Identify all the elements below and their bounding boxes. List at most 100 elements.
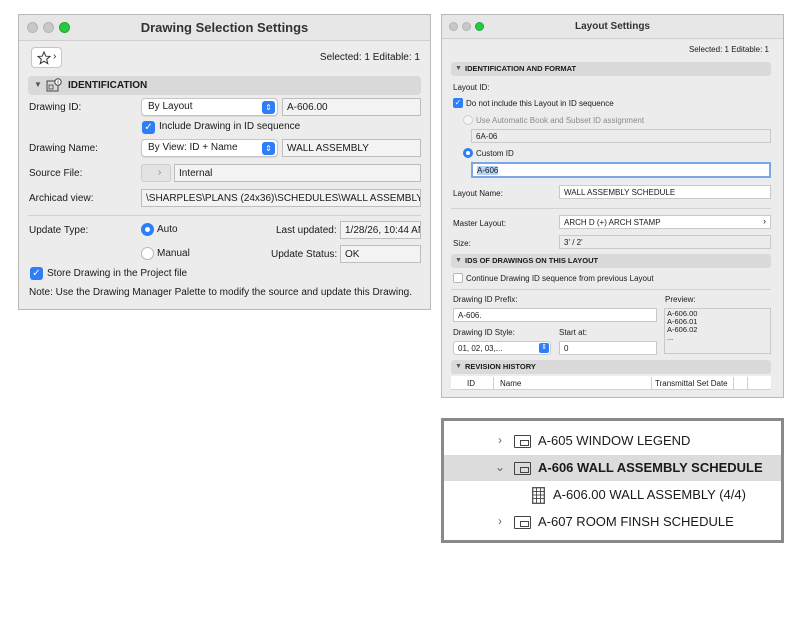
master-layout-value: ARCH D (+) ARCH STAMP [564,218,661,227]
disclosure-triangle-icon: ▼ [455,363,462,370]
chevron-right-icon[interactable]: › [498,433,502,447]
revision-table-header: ID Name Transmittal Set Date [451,376,771,390]
drawing-id-field[interactable]: A-606.00 [282,98,421,116]
drawing-name-field[interactable]: WALL ASSEMBLY [282,139,421,157]
drawing-id-label: Drawing ID: [29,102,82,113]
disclosure-triangle-icon: ▼ [455,257,462,264]
drawing-name-mode-value: By View: ID + Name [148,142,238,153]
note-text: Note: Use the Drawing Manager Palette to… [29,287,412,298]
last-updated-field: 1/28/26, 10:44 AM [340,221,421,239]
stepper-chevron-icon: ⇕ [262,101,275,114]
drawing-id-mode-select[interactable]: By Layout ⇕ [141,98,278,116]
source-file-label: Source File: [29,168,83,179]
drawing-id-mode-value: By Layout [148,101,193,112]
layout-settings-window: Layout Settings Selected: 1 Editable: 1 … [441,14,784,398]
column-divider [651,377,652,389]
chevron-right-icon: › [158,167,162,178]
archicad-view-label: Archicad view: [29,193,94,204]
selection-count: Selected: 1 Editable: 1 [319,52,420,63]
update-status-field: OK [340,245,421,263]
store-drawing-checkbox[interactable]: ✓ [30,267,43,280]
tree-row-label: A-607 ROOM FINSH SCHEDULE [538,514,734,529]
custom-id-radio[interactable] [463,148,473,158]
chevron-right-icon[interactable]: › [498,514,502,528]
layout-icon [514,516,531,529]
stepper-chevron-icon: ⇕ [539,343,549,353]
continue-sequence-label: Continue Drawing ID sequence from previo… [466,274,654,283]
section-title: IDENTIFICATION AND FORMAT [465,64,577,73]
use-auto-label: Use Automatic Book and Subset ID assignm… [476,116,645,125]
title-bar: Layout Settings [442,15,783,39]
column-header-name: Name [500,379,522,388]
drawing-name-mode-select[interactable]: By View: ID + Name ⇕ [141,139,278,157]
tree-row-a607[interactable]: › A-607 ROOM FINSH SCHEDULE [444,509,781,535]
divider [28,215,421,216]
preview-line: ... [667,333,674,342]
tree-row-a60600[interactable]: A-606.00 WALL ASSEMBLY (4/4) [444,482,781,508]
style-value: 01, 02, 03,... [458,344,503,353]
window-title: Drawing Selection Settings [140,20,309,35]
drawing-selection-settings-window: Drawing Selection Settings › Selected: 1… [18,14,431,310]
use-auto-radio[interactable] [463,115,473,125]
column-divider [493,377,494,389]
window-title: Layout Settings [574,21,650,32]
custom-id-label: Custom ID [476,149,514,158]
prefix-field[interactable]: A-606. [453,308,657,322]
drawing-name-label: Drawing Name: [29,143,98,154]
update-auto-radio[interactable] [141,223,154,236]
layout-id-label: Layout ID: [453,83,490,92]
update-auto-label: Auto [157,224,178,235]
section-title: IDENTIFICATION [68,80,148,91]
divider [451,289,771,290]
source-file-field: Internal [174,164,421,182]
ids-of-drawings-section-header[interactable]: ▼ IDS OF DRAWINGS ON THIS LAYOUT [451,254,771,268]
column-header-date: Transmittal Set Date [655,379,728,388]
not-include-checkbox[interactable]: ✓ [453,98,463,108]
layout-icon [514,462,531,475]
custom-id-field[interactable]: A-606 [471,162,771,178]
tree-row-label: A-605 WINDOW LEGEND [538,433,691,448]
column-divider [733,377,734,389]
revision-history-section-header[interactable]: ▼ REVISION HISTORY [451,360,771,374]
favorites-button[interactable]: › [31,47,62,68]
tree-row-a605[interactable]: › A-605 WINDOW LEGEND [444,428,781,454]
size-label: Size: [453,239,471,248]
drawing-id-style-select[interactable]: 01, 02, 03,... ⇕ [453,341,551,355]
identification-format-section-header[interactable]: ▼ IDENTIFICATION AND FORMAT [451,62,771,76]
disclosure-triangle-icon: ▼ [34,80,42,89]
tree-row-a606[interactable]: ⌄ A-606 WALL ASSEMBLY SCHEDULE [444,455,781,481]
tree-row-label: A-606.00 WALL ASSEMBLY (4/4) [553,487,746,502]
column-header-id: ID [467,379,475,388]
continue-sequence-checkbox[interactable] [453,273,463,283]
master-layout-select[interactable]: ARCH D (+) ARCH STAMP › [559,215,771,229]
divider [451,208,771,209]
preview-label: Preview: [665,295,696,304]
chevron-down-icon[interactable]: ⌄ [495,460,505,474]
start-at-label: Start at: [559,328,588,337]
style-label: Drawing ID Style: [453,328,515,337]
identification-section-header[interactable]: ▼ IDENTIFICATION [28,76,421,95]
section-title: REVISION HISTORY [465,362,536,371]
layout-name-field[interactable]: WALL ASSEMBLY SCHEDULE [559,185,771,199]
section-title: IDS OF DRAWINGS ON THIS LAYOUT [465,256,599,265]
size-field: 3' / 2' [559,235,771,249]
update-manual-label: Manual [157,248,190,259]
include-in-sequence-checkbox[interactable]: ✓ [142,121,155,134]
master-layout-label: Master Layout: [453,219,506,228]
store-drawing-label: Store Drawing in the Project file [47,268,188,279]
layout-icon [514,435,531,448]
column-divider [747,377,748,389]
source-file-browse-button[interactable]: › [141,164,171,182]
include-in-sequence-label: Include Drawing in ID sequence [159,121,301,132]
update-manual-radio[interactable] [141,247,154,260]
schedule-drawing-icon [532,487,545,504]
start-at-field[interactable]: 0 [559,341,657,355]
star-icon [37,51,51,65]
auto-id-field: 6A-06 [471,129,771,143]
preview-box: A-606.00 A-606.01 A-606.02 ... [664,308,771,354]
tree-row-label: A-606 WALL ASSEMBLY SCHEDULE [538,460,763,475]
disclosure-triangle-icon: ▼ [455,65,462,72]
chevron-right-icon: › [763,216,766,226]
prefix-label: Drawing ID Prefix: [453,295,518,304]
drawing-id-icon [46,78,62,92]
